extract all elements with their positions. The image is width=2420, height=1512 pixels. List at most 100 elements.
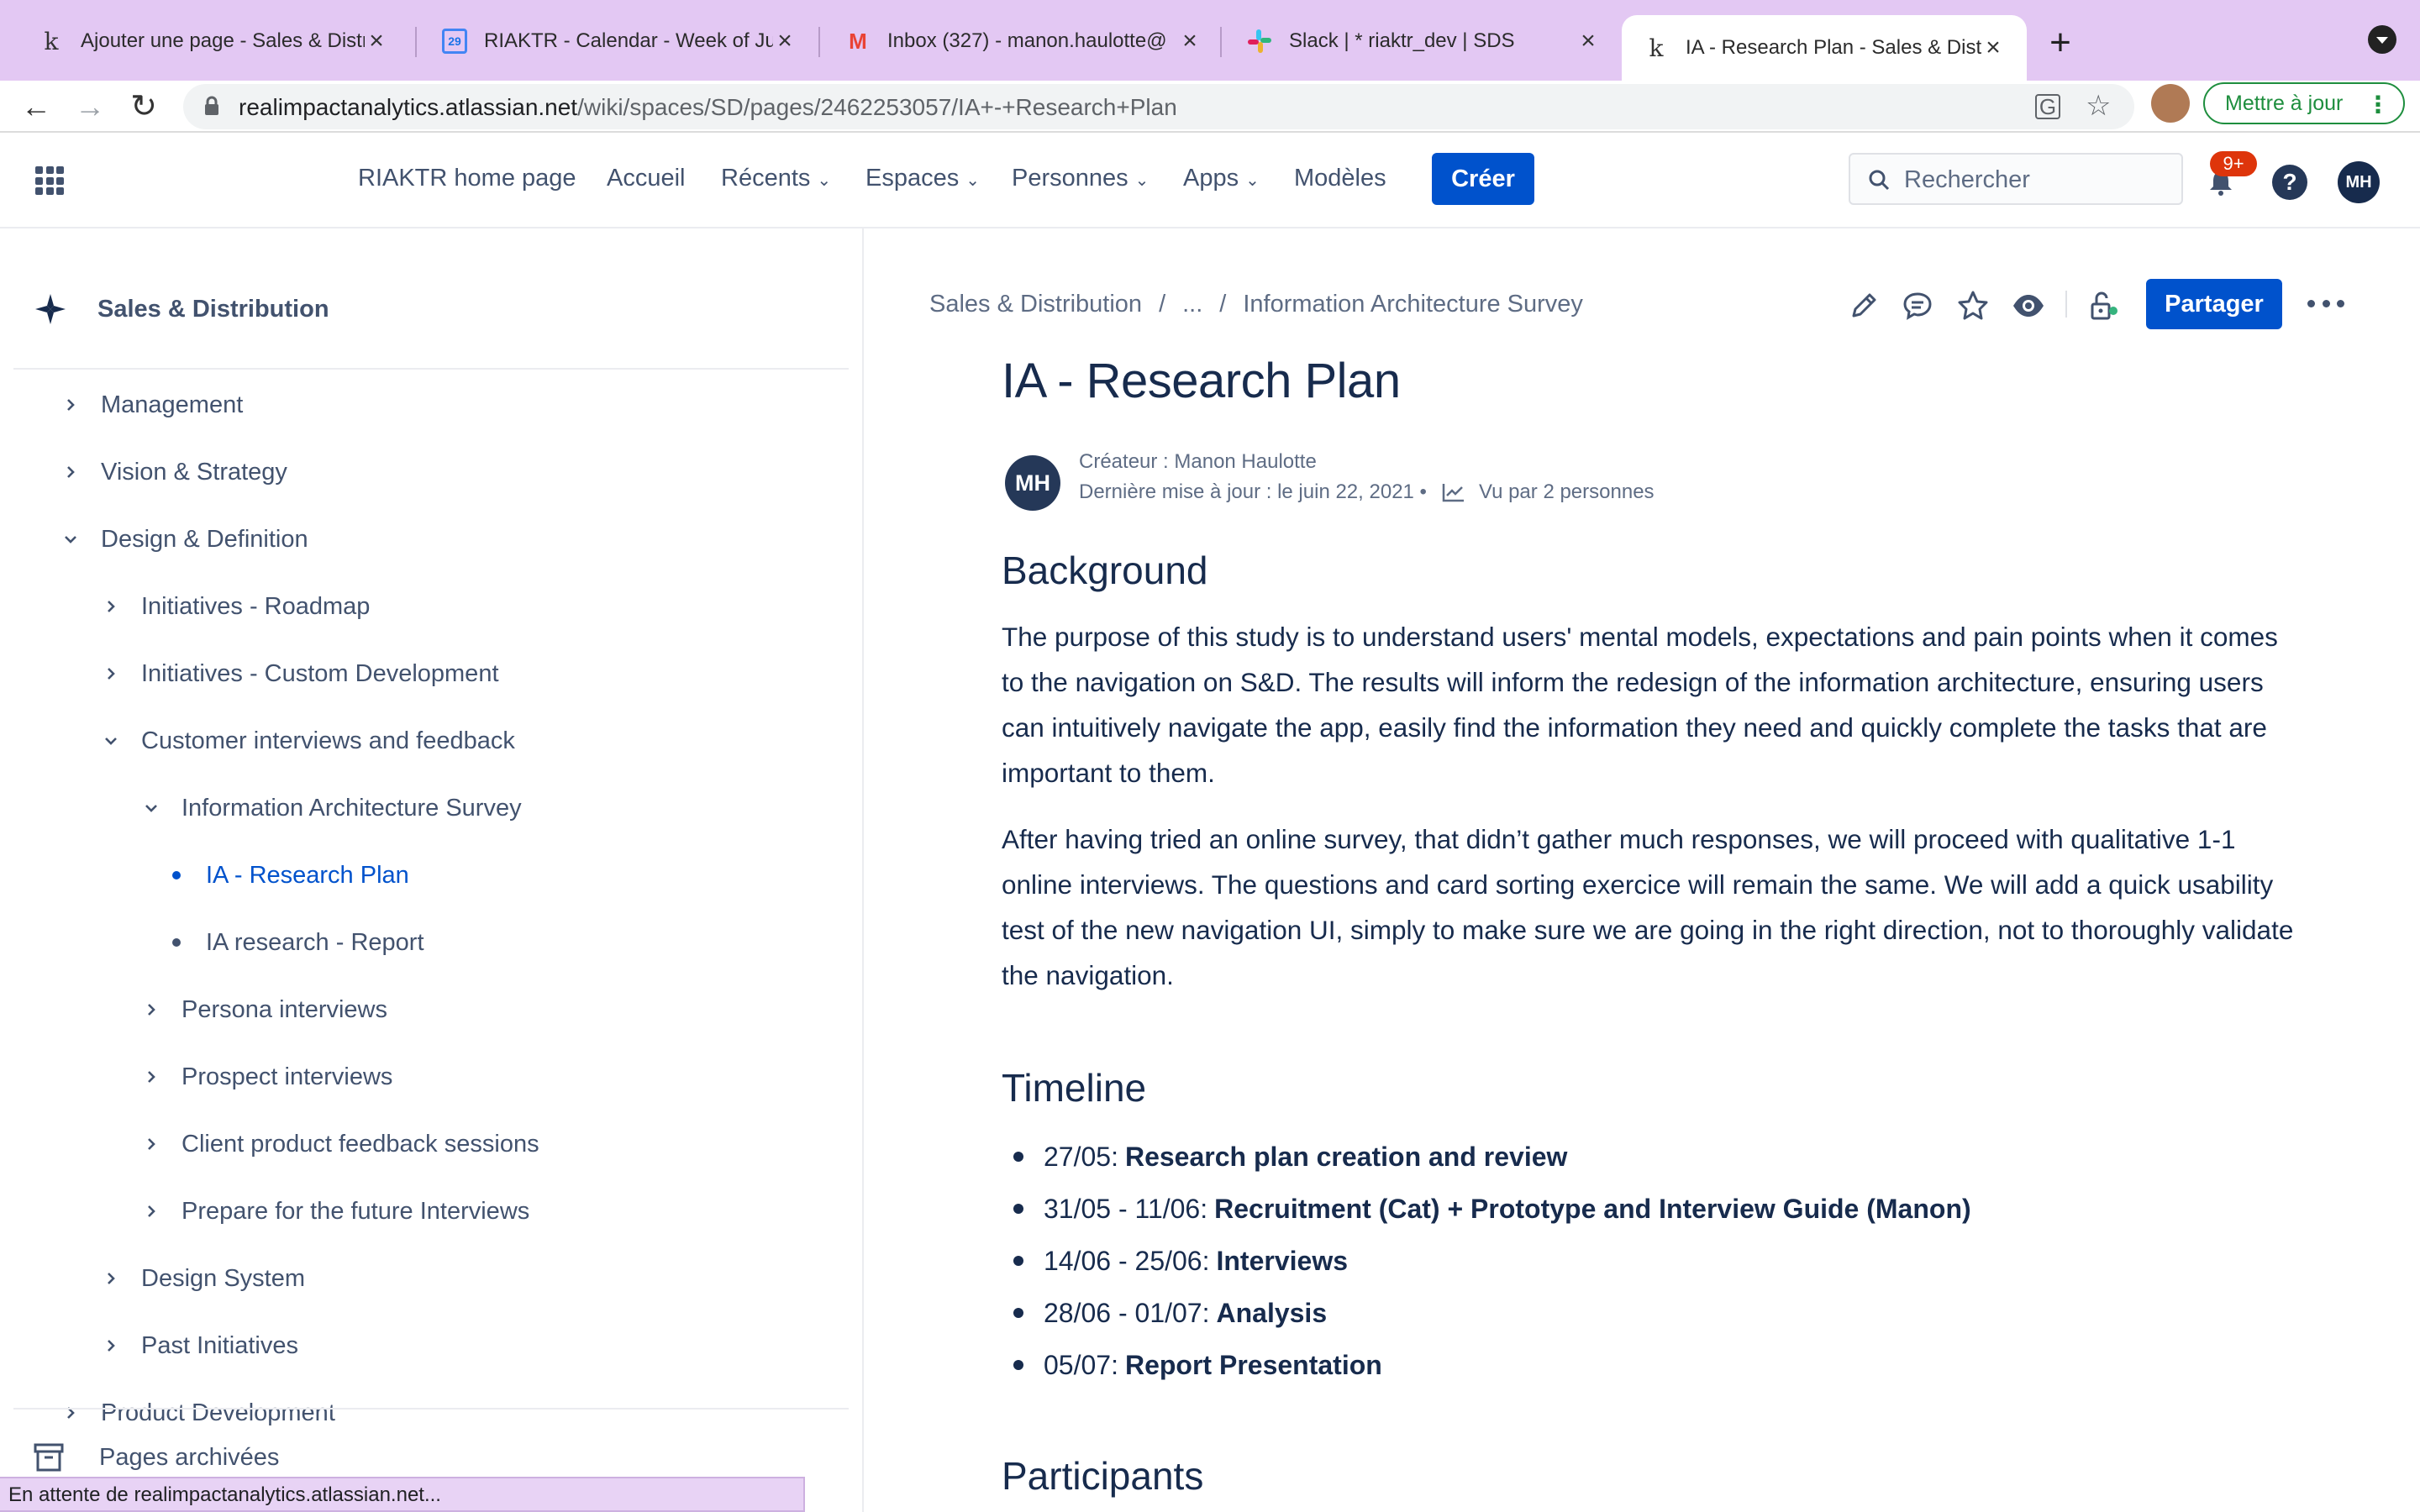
- star-icon[interactable]: [1956, 289, 1990, 323]
- chevron-right-icon[interactable]: [141, 1067, 161, 1087]
- nav-riaktr-home[interactable]: RIAKTR home page: [358, 165, 576, 192]
- browser-tab[interactable]: M Inbox (327) - manon.haulotte@ ×: [823, 15, 1223, 67]
- sidebar-item-prospect-interviews[interactable]: Prospect interviews: [141, 1060, 392, 1094]
- user-avatar[interactable]: MH: [2338, 161, 2380, 203]
- more-actions-icon[interactable]: [2307, 289, 2344, 318]
- nav-label: Accueil: [607, 165, 686, 192]
- sidebar-item-ia-research-plan[interactable]: IA - Research Plan: [166, 858, 409, 892]
- chevron-right-icon[interactable]: [141, 1000, 161, 1020]
- chevron-right-icon[interactable]: [141, 1134, 161, 1154]
- create-button[interactable]: Créer: [1432, 153, 1534, 205]
- tab-separator: [1220, 27, 1222, 57]
- chevron-right-icon[interactable]: [101, 1268, 121, 1289]
- browser-tab-active[interactable]: k IA - Research Plan - Sales & Distribut…: [1622, 15, 2027, 81]
- sidebar-item-initiatives-custom-development[interactable]: Initiatives - Custom Development: [101, 657, 499, 690]
- nav-apps[interactable]: Apps ⌄: [1183, 165, 1260, 192]
- close-icon[interactable]: ×: [1576, 27, 1600, 55]
- chevron-right-icon[interactable]: [141, 1201, 161, 1221]
- background-paragraph-1: The purpose of this study is to understa…: [1002, 622, 2278, 788]
- chevron-down-icon[interactable]: [101, 731, 121, 751]
- sidebar-item-initiatives-roadmap[interactable]: Initiatives - Roadmap: [101, 590, 370, 623]
- timeline-date: 27/05:: [1044, 1142, 1118, 1172]
- address-bar[interactable]: realimpactanalytics.atlassian.net/wiki/s…: [183, 84, 2134, 129]
- sidebar-item-client-product-feedback-sessions[interactable]: Client product feedback sessions: [141, 1127, 539, 1161]
- sidebar-item-past-initiatives[interactable]: Past Initiatives: [101, 1329, 298, 1362]
- forward-arrow-icon[interactable]: →: [71, 87, 109, 126]
- chevron-right-icon[interactable]: [101, 664, 121, 684]
- update-button[interactable]: Mettre à jour ⋮: [2203, 82, 2405, 124]
- breadcrumb-parent[interactable]: Information Architecture Survey: [1243, 291, 1583, 318]
- chevron-right-icon[interactable]: [60, 1403, 81, 1423]
- chevron-down-icon[interactable]: [141, 798, 161, 818]
- browser-tab[interactable]: k Ajouter une page - Sales & Distributio…: [17, 15, 410, 67]
- new-tab-button[interactable]: +: [2040, 22, 2081, 64]
- sidebar-item-label: Product Development: [101, 1399, 335, 1426]
- nav-modeles[interactable]: Modèles: [1294, 165, 1386, 192]
- sidebar-item-ia-research-report[interactable]: IA research - Report: [166, 926, 424, 959]
- chevron-right-icon[interactable]: [101, 1336, 121, 1356]
- bookmark-star-icon[interactable]: ☆: [2086, 89, 2111, 123]
- space-header[interactable]: Sales & Distribution: [34, 292, 329, 326]
- breadcrumb-ellipsis[interactable]: ...: [1182, 291, 1202, 318]
- comment-icon[interactable]: [1901, 289, 1934, 323]
- last-updated[interactable]: Dernière mise à jour : le juin 22, 2021 …: [1079, 480, 1427, 504]
- chevron-down-icon[interactable]: [60, 529, 81, 549]
- breadcrumb-space[interactable]: Sales & Distribution: [929, 291, 1142, 318]
- timeline-task: Recruitment (Cat) + Prototype and Interv…: [1214, 1194, 1971, 1224]
- sidebar-item-management[interactable]: Management: [60, 388, 243, 422]
- close-icon[interactable]: ×: [365, 27, 388, 55]
- nav-espaces[interactable]: Espaces ⌄: [865, 165, 980, 192]
- chevron-right-icon[interactable]: [60, 462, 81, 482]
- close-icon[interactable]: ×: [773, 27, 797, 55]
- page-views[interactable]: Vu par 2 personnes: [1479, 480, 1655, 504]
- reload-icon[interactable]: ↻: [124, 87, 163, 126]
- browser-tab[interactable]: Slack | * riaktr_dev | SDS ×: [1225, 15, 1622, 67]
- bullet-icon: [172, 871, 181, 879]
- profile-avatar[interactable]: [2151, 84, 2190, 123]
- chevron-right-icon[interactable]: [60, 395, 81, 415]
- nav-label: Modèles: [1294, 165, 1386, 192]
- nav-accueil[interactable]: Accueil: [607, 165, 686, 192]
- back-arrow-icon[interactable]: ←: [17, 87, 55, 126]
- browser-status-bar: En attente de realimpactanalytics.atlass…: [0, 1477, 805, 1512]
- bullet-icon: [1013, 1308, 1023, 1318]
- browser-tab[interactable]: 29 RIAKTR - Calendar - Week of June ×: [420, 15, 818, 67]
- sidebar-item-prepare-for-the-future-interviews[interactable]: Prepare for the future Interviews: [141, 1194, 529, 1228]
- watch-eye-icon[interactable]: [2012, 289, 2045, 323]
- chevron-right-icon[interactable]: [101, 596, 121, 617]
- confluence-top-nav: RIAKTR home page Accueil Récents ⌄ Espace…: [0, 133, 2420, 228]
- sidebar-item-persona-interviews[interactable]: Persona interviews: [141, 993, 387, 1026]
- nav-label: Personnes: [1012, 165, 1128, 192]
- update-button-label: Mettre à jour: [2225, 91, 2344, 115]
- archived-pages-link[interactable]: Pages archivées: [34, 1443, 279, 1472]
- url-text: realimpactanalytics.atlassian.net/wiki/s…: [239, 94, 1177, 121]
- sidebar-item-vision-strategy[interactable]: Vision & Strategy: [60, 455, 287, 489]
- sidebar-item-customer-interviews-and-feedback[interactable]: Customer interviews and feedback: [101, 724, 515, 758]
- edit-pencil-icon[interactable]: [1847, 289, 1881, 323]
- tab-title: RIAKTR - Calendar - Week of June: [484, 29, 773, 52]
- tab-search-icon[interactable]: [2368, 25, 2396, 54]
- nav-recents[interactable]: Récents ⌄: [721, 165, 831, 192]
- timeline-date: 28/06 - 01/07:: [1044, 1298, 1210, 1328]
- close-icon[interactable]: ×: [1178, 27, 1202, 55]
- unlock-icon[interactable]: [2087, 289, 2121, 323]
- sidebar-item-product-development[interactable]: Product Development: [60, 1396, 335, 1430]
- help-icon[interactable]: ?: [2272, 165, 2307, 200]
- timeline-date: 31/05 - 11/06:: [1044, 1194, 1208, 1224]
- search-input[interactable]: Rechercher: [1849, 153, 2183, 205]
- author-avatar[interactable]: MH: [1005, 455, 1060, 511]
- translate-icon[interactable]: G: [2035, 94, 2060, 119]
- sidebar-item-label: Vision & Strategy: [101, 458, 287, 486]
- share-button[interactable]: Partager: [2146, 279, 2282, 329]
- app-switcher-icon[interactable]: [35, 166, 64, 195]
- sidebar-item-label: Management: [101, 391, 244, 418]
- tab-separator: [415, 27, 417, 57]
- sidebar-item-information-architecture-survey[interactable]: Information Architecture Survey: [141, 791, 522, 825]
- sidebar-item-design-system[interactable]: Design System: [101, 1262, 305, 1295]
- gmail-favicon-icon: M: [849, 28, 867, 54]
- sidebar-item-design-definition[interactable]: Design & Definition: [60, 522, 308, 556]
- section-heading-timeline: Timeline: [1002, 1066, 1147, 1110]
- close-icon[interactable]: ×: [1981, 34, 2005, 62]
- kebab-menu-icon[interactable]: ⋮: [2366, 91, 2390, 118]
- nav-personnes[interactable]: Personnes ⌄: [1012, 165, 1149, 192]
